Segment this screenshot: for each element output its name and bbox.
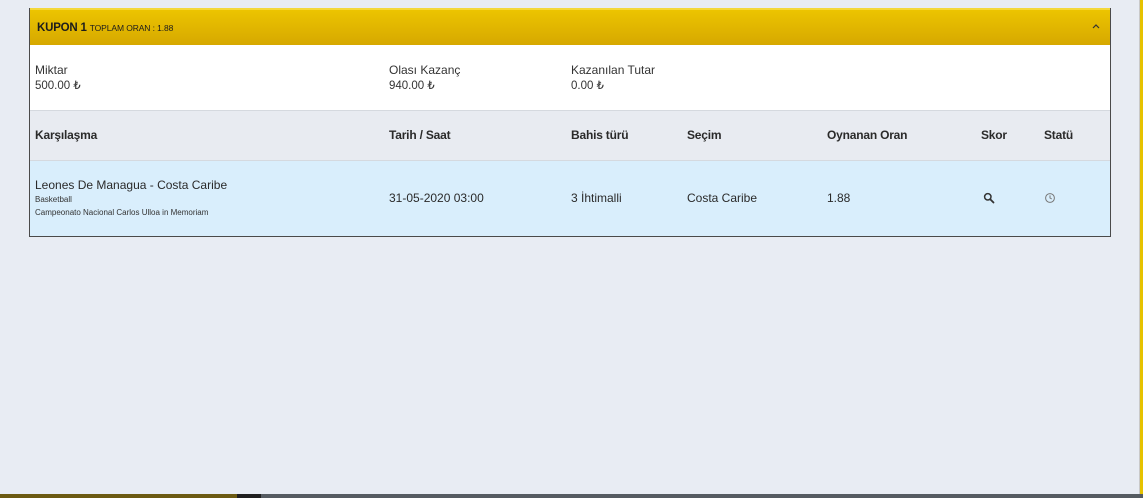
stake-label: Miktar — [35, 63, 68, 77]
bet-type: 3 İhtimalli — [571, 191, 622, 205]
page: KUPON 1 TOPLAM ORAN : 1.88 Miktar 500.00… — [0, 0, 1143, 498]
match-league: Campeonato Nacional Carlos Ulloa in Memo… — [35, 208, 209, 217]
header-bet-type: Bahis türü — [571, 128, 629, 142]
won-amount-block: Kazanılan Tutar 0.00 ₺ — [571, 62, 655, 94]
bottom-bar-segment — [237, 494, 261, 498]
played-odds: 1.88 — [827, 191, 851, 205]
match-cell: Leones De Managua - Costa Caribe Basketb… — [35, 178, 227, 219]
bottom-bar — [0, 494, 1143, 498]
header-datetime: Tarih / Saat — [389, 128, 451, 142]
potential-win-label: Olası Kazanç — [389, 63, 461, 77]
stake-block: Miktar 500.00 ₺ — [35, 62, 81, 94]
won-amount-label: Kazanılan Tutar — [571, 63, 656, 77]
header-status: Statü — [1044, 128, 1074, 142]
bets-table-header: Karşılaşma Tarih / Saat Bahis türü Seçim… — [30, 111, 1110, 161]
selection: Costa Caribe — [687, 191, 758, 205]
match-datetime: 31-05-2020 03:00 — [389, 191, 484, 205]
potential-win-value: 940.00 ₺ — [389, 80, 435, 92]
header-score: Skor — [981, 128, 1007, 142]
coupon-title: KUPON 1 — [37, 21, 87, 34]
match-title: Leones De Managua - Costa Caribe — [35, 178, 228, 192]
chevron-up-icon[interactable] — [1090, 20, 1102, 32]
potential-win-block: Olası Kazanç 940.00 ₺ — [389, 62, 460, 94]
coupon-header[interactable]: KUPON 1 TOPLAM ORAN : 1.88 — [30, 8, 1110, 45]
clock-icon[interactable] — [1044, 191, 1056, 203]
table-row: Leones De Managua - Costa Caribe Basketb… — [30, 161, 1110, 236]
won-amount-value: 0.00 ₺ — [571, 80, 604, 92]
stake-value: 500.00 ₺ — [35, 80, 81, 92]
match-sport: Basketball — [35, 195, 72, 204]
header-odds: Oynanan Oran — [827, 128, 908, 142]
header-selection: Seçim — [687, 128, 722, 142]
header-match: Karşılaşma — [35, 128, 98, 142]
coupon-panel: KUPON 1 TOPLAM ORAN : 1.88 Miktar 500.00… — [29, 8, 1111, 237]
search-icon[interactable] — [983, 191, 995, 204]
bottom-bar-segment — [0, 494, 237, 498]
coupon-summary: Miktar 500.00 ₺ Olası Kazanç 940.00 ₺ Ka… — [30, 45, 1110, 111]
coupon-total-odds: TOPLAM ORAN : 1.88 — [89, 22, 174, 33]
